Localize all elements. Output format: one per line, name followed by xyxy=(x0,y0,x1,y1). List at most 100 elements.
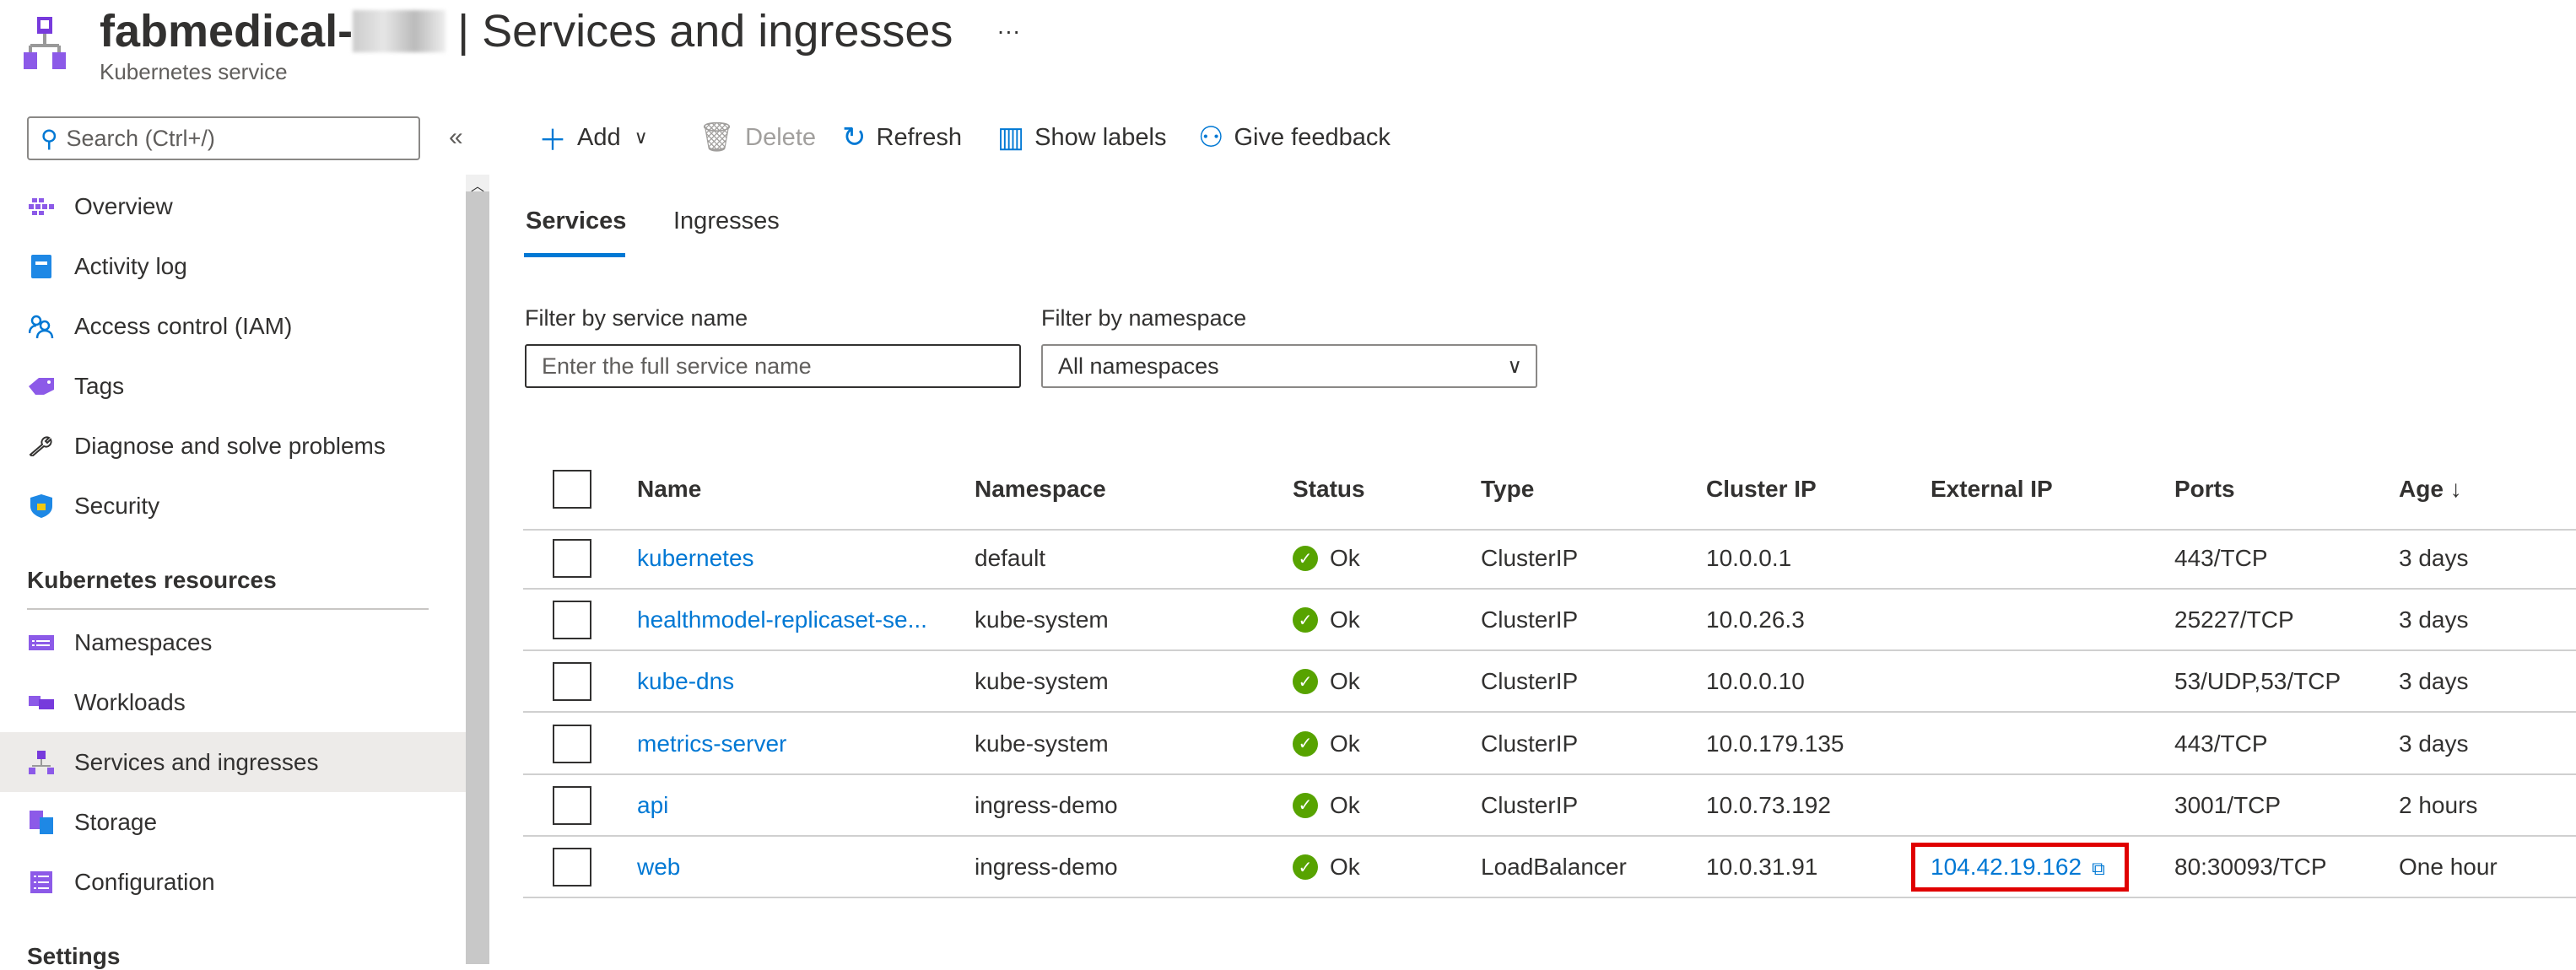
namespace-filter-select[interactable]: All namespaces ∨ xyxy=(1041,344,1537,388)
sidebar-item-label: Overview xyxy=(74,192,173,219)
sidebar-item-workloads[interactable]: Workloads xyxy=(0,672,466,732)
row-checkbox[interactable] xyxy=(553,848,591,886)
give-feedback-button[interactable]: ⚇ Give feedback xyxy=(1198,118,1391,157)
cell-cip: 10.0.31.91 xyxy=(1706,854,1818,880)
cell-ns: kube-system xyxy=(975,730,1109,757)
sidebar-item-label: Activity log xyxy=(74,252,187,279)
show-labels-label: Show labels xyxy=(1034,123,1167,151)
status-text: Ok xyxy=(1330,668,1360,695)
sidebar-item-diagnose[interactable]: Diagnose and solve problems xyxy=(0,416,466,476)
filter-namespace-label: Filter by namespace xyxy=(1041,305,1247,331)
section-kubernetes-resources: Kubernetes resources xyxy=(27,567,277,593)
cell-age: 3 days xyxy=(2399,668,2469,695)
scroll-up-arrow-icon[interactable]: ︿ xyxy=(466,175,489,194)
section-settings: Settings xyxy=(27,943,121,969)
row-divider xyxy=(523,588,2576,590)
cell-ns: ingress-demo xyxy=(975,791,1118,818)
status-badge: ✓ Ok xyxy=(1293,854,1360,881)
service-name-filter-input[interactable]: Enter the full service name xyxy=(525,344,1021,388)
sidebar-item-security[interactable]: Security xyxy=(0,476,466,536)
wrench-icon xyxy=(27,434,56,459)
service-name-link[interactable]: kube-dns xyxy=(637,668,734,695)
column-header[interactable]: Name xyxy=(637,476,701,503)
row-checkbox[interactable] xyxy=(553,601,591,640)
delete-label: Delete xyxy=(745,123,816,151)
show-labels-button[interactable]: ▥ Show labels xyxy=(997,118,1167,157)
sidebar-item-namespaces[interactable]: Namespaces xyxy=(0,612,466,672)
tab-services[interactable]: Services xyxy=(526,207,626,235)
cell-age: 3 days xyxy=(2399,730,2469,757)
sidebar-item-label: Tags xyxy=(74,372,125,399)
check-circle-icon: ✓ xyxy=(1293,730,1318,757)
status-badge: ✓ Ok xyxy=(1293,730,1360,757)
status-badge: ✓ Ok xyxy=(1293,606,1360,633)
trash-icon: 🗑 xyxy=(699,121,736,154)
cell-type: LoadBalancer xyxy=(1481,854,1627,880)
collapse-sidebar-button[interactable]: « xyxy=(449,123,463,152)
row-checkbox[interactable] xyxy=(553,539,591,578)
services-icon xyxy=(27,750,56,775)
sidebar-scrollbar[interactable]: ︿ xyxy=(466,175,489,964)
more-options-button[interactable]: ··· xyxy=(996,18,1020,45)
sidebar-item-tags[interactable]: Tags xyxy=(0,356,466,416)
blade-title: | Services and ingresses xyxy=(457,6,953,57)
status-badge: ✓ Ok xyxy=(1293,792,1360,819)
cell-cip: 10.0.73.192 xyxy=(1706,791,1831,818)
delete-button[interactable]: 🗑 Delete xyxy=(699,118,816,157)
row-checkbox[interactable] xyxy=(553,785,591,825)
cell-ns: default xyxy=(975,545,1046,571)
sidebar-item-access-control[interactable]: Access control (IAM) xyxy=(0,296,466,356)
service-name-link[interactable]: healthmodel-replicaset-se... xyxy=(637,606,927,633)
cell-ns: kube-system xyxy=(975,668,1109,695)
sidebar-item-configuration[interactable]: Configuration xyxy=(0,852,466,912)
row-divider xyxy=(523,711,2576,714)
sidebar-search-input[interactable]: ⚲ Search (Ctrl+/) xyxy=(27,116,420,160)
add-button[interactable]: ＋ Add ∨ xyxy=(538,118,648,157)
tab-ingresses[interactable]: Ingresses xyxy=(673,207,780,235)
cell-type: ClusterIP xyxy=(1481,668,1579,695)
column-header[interactable]: Age ↓ xyxy=(2399,476,2462,503)
select-all-checkbox[interactable] xyxy=(553,470,591,509)
sidebar-item-label: Security xyxy=(74,492,160,519)
service-name-link[interactable]: web xyxy=(637,854,680,881)
feedback-label: Give feedback xyxy=(1234,123,1391,151)
sidebar-item-activity-log[interactable]: Activity log xyxy=(0,236,466,296)
sidebar-item-overview[interactable]: Overview xyxy=(0,176,466,236)
cell-age: 3 days xyxy=(2399,545,2469,571)
kubernetes-service-icon xyxy=(24,15,68,75)
column-header[interactable]: Status xyxy=(1293,476,1365,503)
row-checkbox[interactable] xyxy=(553,724,591,763)
row-divider xyxy=(523,529,2576,531)
service-name-link[interactable]: kubernetes xyxy=(637,545,754,572)
cell-cip: 10.0.0.10 xyxy=(1706,668,1805,695)
cell-type: ClusterIP xyxy=(1481,606,1579,633)
refresh-button[interactable]: ↻ Refresh xyxy=(842,118,962,157)
sidebar-item-storage[interactable]: Storage xyxy=(0,792,466,852)
labels-icon: ▥ xyxy=(997,121,1025,154)
column-header[interactable]: External IP xyxy=(1931,476,2053,503)
configuration-icon xyxy=(27,870,56,895)
placeholder: Enter the full service name xyxy=(542,353,812,379)
row-checkbox[interactable] xyxy=(553,662,591,702)
column-header[interactable]: Namespace xyxy=(975,476,1106,503)
cell-ports: 443/TCP xyxy=(2174,730,2268,757)
search-icon: ⚲ xyxy=(41,125,58,152)
status-badge: ✓ Ok xyxy=(1293,668,1360,695)
refresh-icon: ↻ xyxy=(842,121,867,154)
sidebar-item-services-and-ingresses[interactable]: Services and ingresses xyxy=(0,732,466,792)
column-header[interactable]: Ports xyxy=(2174,476,2235,503)
service-name-link[interactable]: api xyxy=(637,792,668,819)
status-text: Ok xyxy=(1330,730,1360,757)
cell-ports: 53/UDP,53/TCP xyxy=(2174,668,2341,695)
column-header[interactable]: Cluster IP xyxy=(1706,476,1817,503)
column-header[interactable]: Type xyxy=(1481,476,1534,503)
service-name-link[interactable]: metrics-server xyxy=(637,730,786,757)
add-label: Add xyxy=(577,123,621,151)
activity-log-icon xyxy=(27,254,56,279)
sidebar-item-label: Services and ingresses xyxy=(74,748,319,775)
status-text: Ok xyxy=(1330,854,1360,880)
cell-ports: 80:30093/TCP xyxy=(2174,854,2327,880)
cell-ports: 3001/TCP xyxy=(2174,791,2282,818)
chevron-down-icon: ∨ xyxy=(634,127,648,148)
status-badge: ✓ Ok xyxy=(1293,545,1360,572)
